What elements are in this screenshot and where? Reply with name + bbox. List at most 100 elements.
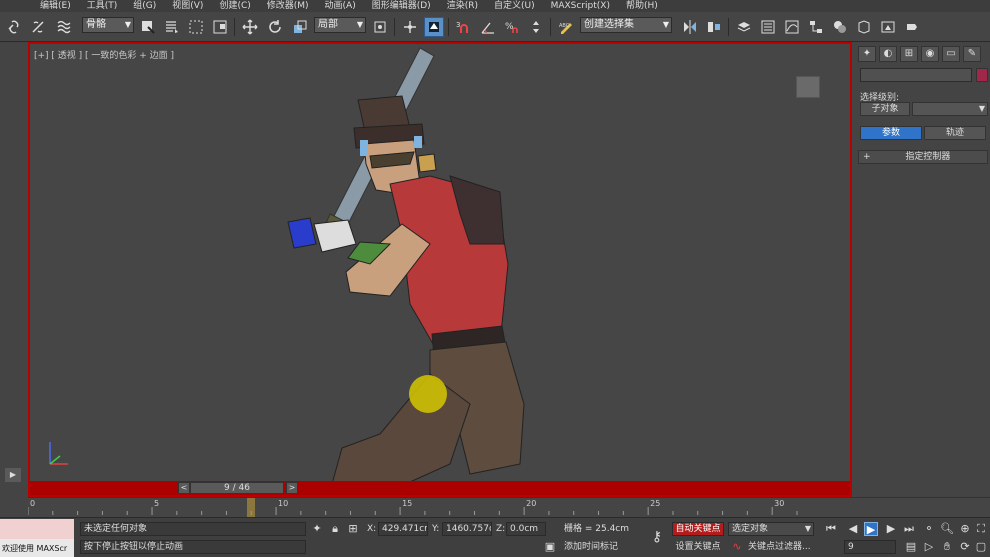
time-config-icon[interactable]: ▤	[904, 540, 918, 554]
orbit-icon[interactable]: ⟳	[958, 540, 972, 554]
maximize-viewport-icon[interactable]: ▢	[974, 540, 988, 554]
mirror-icon[interactable]	[680, 17, 700, 37]
current-frame-field[interactable]: 9	[844, 540, 896, 554]
schematic-icon[interactable]	[806, 17, 826, 37]
snap-icon[interactable]: 3	[454, 17, 474, 37]
spinner-snap-icon[interactable]	[526, 17, 546, 37]
align-icon[interactable]	[704, 17, 724, 37]
rotate-icon[interactable]	[265, 17, 285, 37]
selection-filter-value: 骨骼	[86, 19, 106, 30]
menu-group[interactable]: 组(G)	[133, 0, 156, 12]
time-tag-icon[interactable]: ▣	[543, 540, 557, 554]
named-selection-value: 创建选择集	[584, 19, 634, 30]
parameters-button[interactable]: 参数	[860, 126, 922, 140]
next-frame-icon[interactable]: ▶	[884, 522, 898, 536]
lightbulb-icon[interactable]: ✦	[310, 522, 324, 536]
menu-maxscript[interactable]: MAXScript(X)	[551, 0, 610, 12]
pan-icon[interactable]: ✋︎	[940, 540, 954, 554]
ref-coord-select[interactable]: 局部 ▼	[314, 17, 366, 33]
object-name-field[interactable]	[860, 68, 972, 82]
menu-help[interactable]: 帮助(H)	[626, 0, 658, 12]
curve-editor-icon[interactable]	[782, 17, 802, 37]
menu-animation[interactable]: 动画(A)	[325, 0, 356, 12]
link-icon[interactable]	[4, 17, 24, 37]
zoom-icon[interactable]: 🔍︎	[940, 522, 954, 536]
motion-tab-icon[interactable]: ◉	[921, 46, 939, 62]
y-coordinate-field[interactable]: 1460.757c	[442, 522, 492, 536]
perspective-viewport[interactable]: [+] [ 透视 ] [ 一致的色彩 + 边面 ] < 9 / 46 >	[28, 42, 852, 497]
menu-graph-editors[interactable]: 图形编辑器(D)	[372, 0, 431, 12]
scale-icon[interactable]	[290, 17, 310, 37]
menu-create[interactable]: 创建(C)	[219, 0, 250, 12]
z-label: Z:	[496, 524, 506, 534]
edit-named-sel-icon[interactable]: ABC	[556, 17, 576, 37]
maxscript-welcome-text: 欢迎使用 MAXScr	[2, 544, 68, 553]
go-to-end-icon[interactable]: ⏭	[902, 522, 916, 536]
bind-spacewarp-icon[interactable]	[54, 17, 74, 37]
create-tab-icon[interactable]: ✦	[858, 46, 876, 62]
utilities-tab-icon[interactable]: ✎	[963, 46, 981, 62]
selection-filter-select[interactable]: 骨骼 ▼	[82, 17, 134, 33]
sub-object-button[interactable]: 子对象	[860, 102, 910, 116]
set-key-button[interactable]: 设置关键点	[672, 540, 724, 554]
slider-prev-button[interactable]: <	[178, 482, 190, 494]
window-crossing-icon[interactable]	[210, 17, 230, 37]
menu-edit[interactable]: 编辑(E)	[40, 0, 71, 12]
maxscript-listener[interactable]: 欢迎使用 MAXScr	[0, 519, 74, 557]
zoom-all-icon[interactable]: ⊕	[958, 522, 972, 536]
menu-modifiers[interactable]: 修改器(M)	[267, 0, 309, 12]
select-object-icon[interactable]	[138, 17, 158, 37]
assign-controller-rollout[interactable]: + 指定控制器	[858, 150, 988, 164]
maxscript-input[interactable]	[0, 519, 74, 539]
key-mode-value: 选定对象	[732, 524, 769, 534]
character-model[interactable]	[30, 44, 852, 484]
menu-customize[interactable]: 自定义(U)	[494, 0, 535, 12]
menu-tools[interactable]: 工具(T)	[87, 0, 118, 12]
field-of-view-icon[interactable]: ▷	[922, 540, 936, 554]
scene-explorer-icon[interactable]	[758, 17, 778, 37]
object-color-swatch[interactable]	[976, 68, 988, 82]
menu-rendering[interactable]: 渲染(R)	[447, 0, 478, 12]
sub-object-select[interactable]: ▼	[912, 102, 988, 116]
ref-coord-value: 局部	[318, 19, 338, 30]
x-coordinate-field[interactable]: 429.471cm	[378, 522, 428, 536]
absolute-mode-icon[interactable]: ⊞	[346, 522, 360, 536]
select-by-name-icon[interactable]	[162, 17, 182, 37]
go-to-start-icon[interactable]: ⏮	[824, 522, 838, 536]
render-setup-icon[interactable]	[854, 17, 874, 37]
render-frame-icon[interactable]	[878, 17, 898, 37]
z-coordinate-field[interactable]: 0.0cm	[506, 522, 546, 536]
move-icon[interactable]	[240, 17, 260, 37]
angle-snap-icon[interactable]	[478, 17, 498, 37]
named-selection-select[interactable]: 创建选择集 ▼	[580, 17, 672, 33]
layer-icon[interactable]	[734, 17, 754, 37]
modify-tab-icon[interactable]: ◐	[879, 46, 897, 62]
manipulate-icon[interactable]	[400, 17, 420, 37]
display-tab-icon[interactable]: ▭	[942, 46, 960, 62]
key-mode-toggle-icon[interactable]: ⚬	[922, 522, 936, 536]
menu-views[interactable]: 视图(V)	[172, 0, 203, 12]
rect-select-icon[interactable]	[186, 17, 206, 37]
render-icon[interactable]	[902, 17, 922, 37]
svg-text:3: 3	[456, 21, 460, 29]
time-slider[interactable]: 9 / 46	[190, 482, 284, 494]
play-icon[interactable]: ▶	[864, 522, 878, 536]
percent-snap-icon[interactable]: %	[502, 17, 522, 37]
trajectories-button[interactable]: 轨迹	[924, 126, 986, 140]
previous-frame-icon[interactable]: ◀	[846, 522, 860, 536]
set-key-icon[interactable]: ⚷	[646, 530, 668, 544]
hierarchy-tab-icon[interactable]: ⊞	[900, 46, 918, 62]
slider-next-button[interactable]: >	[286, 482, 298, 494]
pivot-icon[interactable]	[370, 17, 390, 37]
auto-key-button[interactable]: 自动关键点	[672, 522, 724, 536]
add-time-tag-button[interactable]: 添加时间标记	[564, 541, 618, 553]
timeline-ruler[interactable]: 0 5 10 15 20 25 30	[28, 497, 818, 518]
play-arrow-icon[interactable]: ▶	[5, 468, 21, 482]
key-mode-select[interactable]: 选定对象 ▼	[728, 522, 814, 536]
keyboard-shortcut-override-icon[interactable]	[424, 17, 444, 37]
unlink-icon[interactable]	[28, 17, 48, 37]
key-filters-button[interactable]: 关键点过滤器...	[748, 541, 811, 553]
lock-icon[interactable]: 🔒︎	[328, 522, 342, 536]
material-editor-icon[interactable]	[830, 17, 850, 37]
zoom-extents-icon[interactable]: ⛶	[974, 522, 988, 536]
